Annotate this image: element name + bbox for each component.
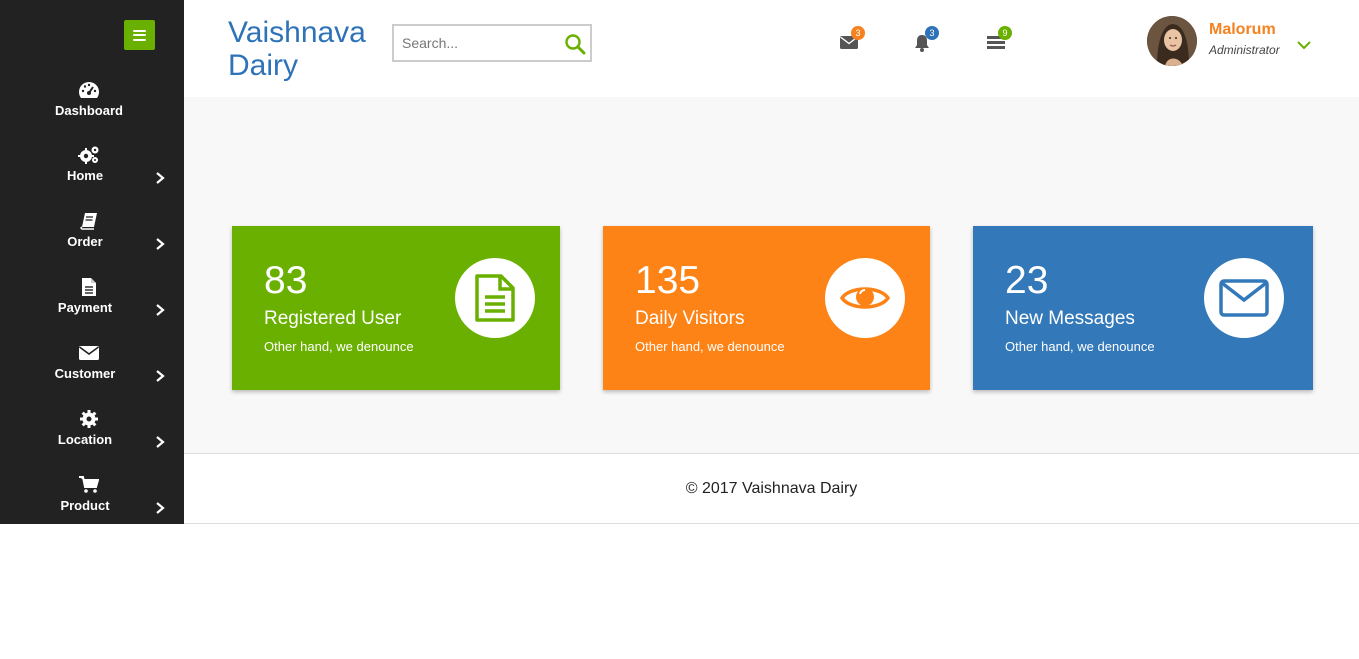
stat-subtitle: Other hand, we denounce xyxy=(1005,339,1155,354)
sidebar-item-label: Order xyxy=(67,234,103,249)
sidebar-item-label: Customer xyxy=(54,366,116,381)
sidebar-item-location[interactable]: Location xyxy=(0,409,184,469)
sidebar-item-customer[interactable]: Customer xyxy=(0,343,184,403)
stat-card-daily-visitors[interactable]: 135 Daily Visitors Other hand, we denoun… xyxy=(603,226,930,390)
messages-button[interactable]: 3 xyxy=(840,26,865,52)
notifications-count-badge: 3 xyxy=(925,26,939,40)
book-icon xyxy=(78,211,100,231)
footer: © 2017 Vaishnava Dairy xyxy=(184,453,1359,524)
envelope-icon xyxy=(1204,258,1284,338)
eye-icon xyxy=(825,258,905,338)
gear-icon xyxy=(78,409,100,429)
copyright-text: © 2017 Vaishnava Dairy xyxy=(685,480,858,497)
sidebar-item-dashboard[interactable]: Dashboard xyxy=(0,80,184,140)
document-icon xyxy=(455,258,535,338)
user-name[interactable]: Malorum xyxy=(1209,21,1276,39)
dashboard-gauge-icon xyxy=(78,80,100,100)
stat-card-new-messages[interactable]: 23 New Messages Other hand, we denounce xyxy=(973,226,1313,390)
chevron-right-icon xyxy=(153,303,167,317)
sidebar-item-label: Location xyxy=(57,432,113,447)
avatar[interactable] xyxy=(1147,16,1197,66)
sidebar-item-order[interactable]: Order xyxy=(0,211,184,271)
sidebar: Dashboard Home Order Payment Customer Lo… xyxy=(0,0,184,524)
envelope-icon xyxy=(78,343,100,363)
stat-title: Registered User xyxy=(264,308,402,329)
chevron-right-icon xyxy=(153,369,167,383)
chevron-right-icon xyxy=(153,237,167,251)
gears-icon xyxy=(78,145,100,165)
messages-count-badge: 3 xyxy=(851,26,865,40)
notifications-button[interactable]: 3 xyxy=(914,26,939,52)
stat-count: 135 xyxy=(635,259,701,302)
search-box xyxy=(392,24,592,62)
sidebar-item-label: Home xyxy=(66,168,104,183)
stat-title: New Messages xyxy=(1005,308,1135,329)
tasks-button[interactable]: 9 xyxy=(987,26,1012,52)
brand-line-1: Vaishnava xyxy=(228,16,366,49)
stat-count: 23 xyxy=(1005,259,1049,302)
chevron-right-icon xyxy=(153,171,167,185)
sidebar-item-label: Product xyxy=(60,498,110,513)
sidebar-item-home[interactable]: Home xyxy=(0,145,184,205)
tasks-count-badge: 9 xyxy=(998,26,1012,40)
top-header: Vaishnava Dairy 3 3 9 xyxy=(184,0,1359,97)
hamburger-icon xyxy=(133,29,146,41)
stat-subtitle: Other hand, we denounce xyxy=(264,339,414,354)
menu-toggle-button[interactable] xyxy=(124,20,155,50)
stat-count: 83 xyxy=(264,259,308,302)
user-role: Administrator xyxy=(1209,43,1280,57)
sidebar-item-label: Dashboard xyxy=(55,103,123,118)
chevron-right-icon xyxy=(153,501,167,515)
sidebar-item-label: Payment xyxy=(57,300,113,315)
search-icon[interactable] xyxy=(564,33,586,55)
brand-line-2: Dairy xyxy=(228,49,299,82)
stat-card-registered-users[interactable]: 83 Registered User Other hand, we denoun… xyxy=(232,226,560,390)
chevron-right-icon xyxy=(153,435,167,449)
sidebar-item-payment[interactable]: Payment xyxy=(0,277,184,337)
sidebar-item-product[interactable]: Product xyxy=(0,475,184,535)
stat-title: Daily Visitors xyxy=(635,308,745,329)
stat-subtitle: Other hand, we denounce xyxy=(635,339,785,354)
file-text-icon xyxy=(78,277,100,297)
chevron-down-icon[interactable] xyxy=(1296,37,1312,53)
main-content: 83 Registered User Other hand, we denoun… xyxy=(184,97,1359,453)
brand-logo-text[interactable]: Vaishnava Dairy xyxy=(228,16,366,82)
search-input[interactable] xyxy=(402,34,552,52)
cart-icon xyxy=(78,475,100,495)
